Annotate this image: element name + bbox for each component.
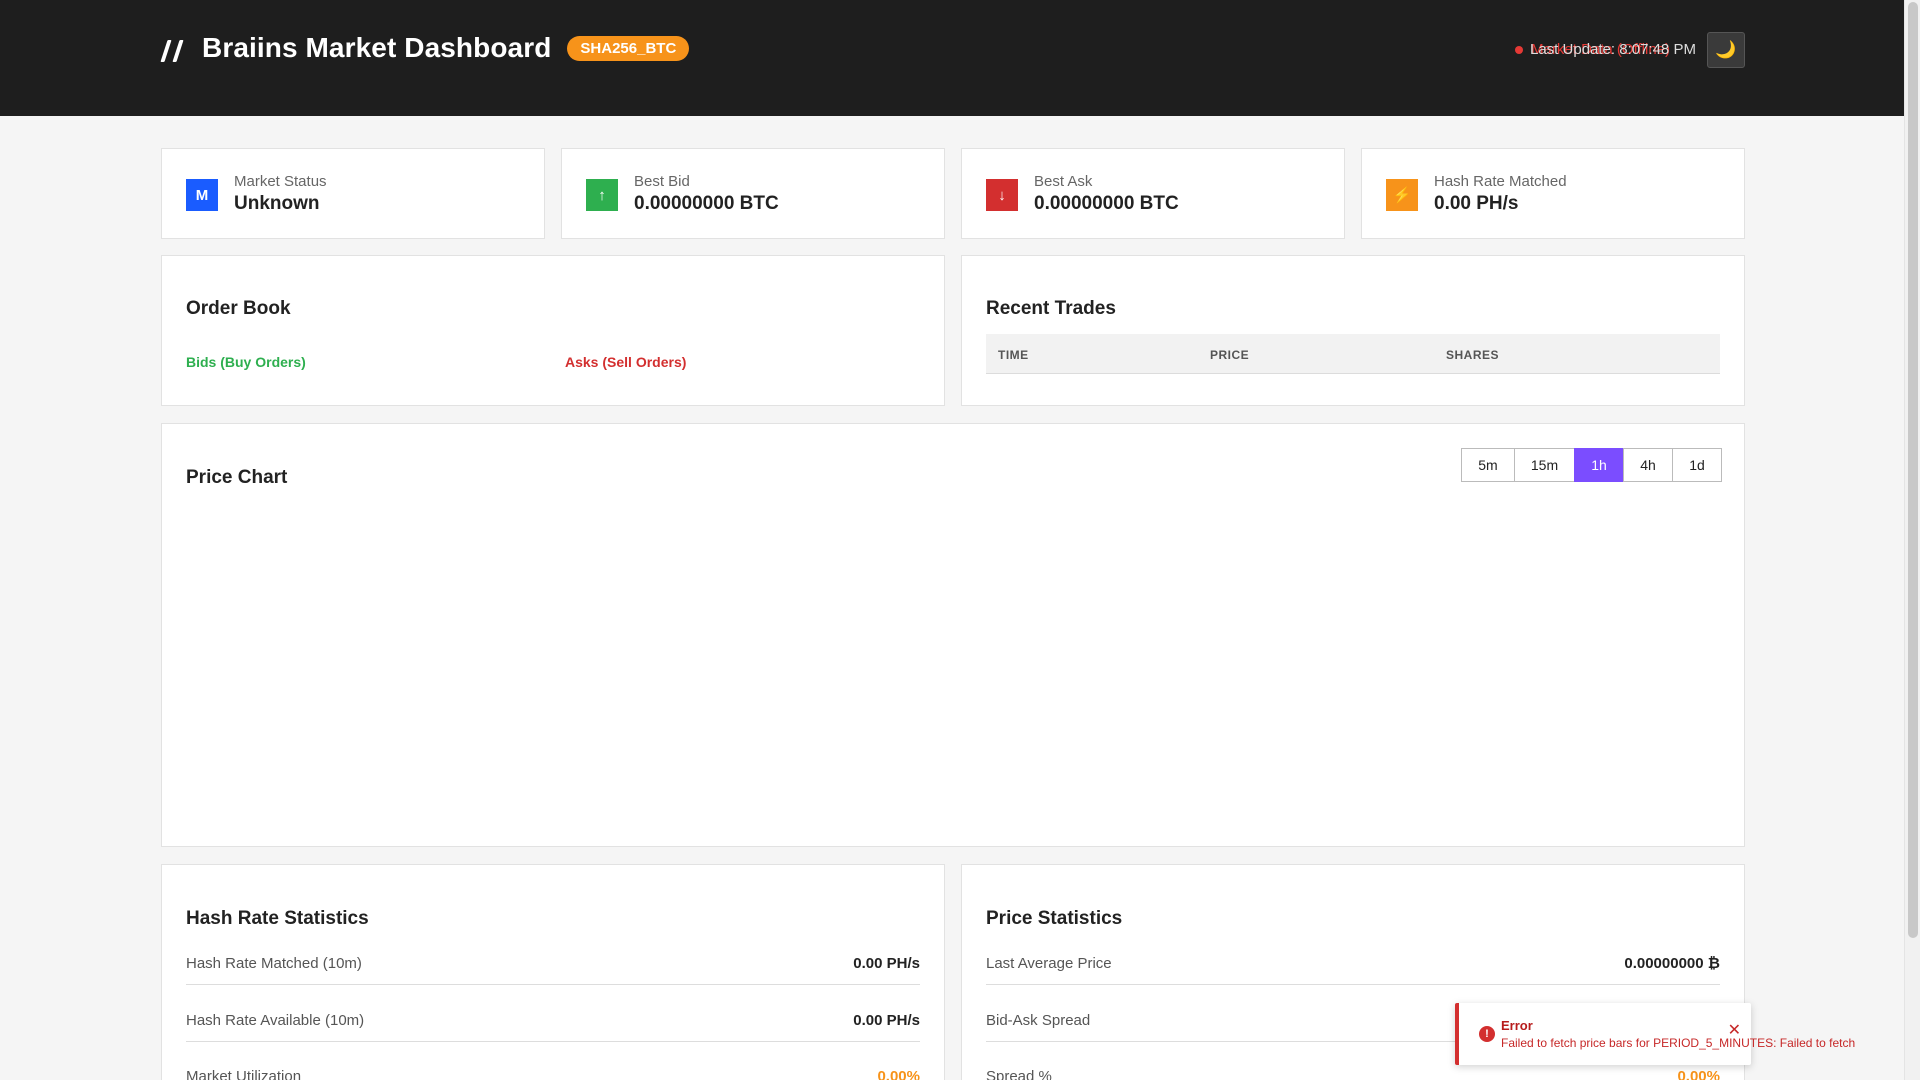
column-header-shares: SHARES bbox=[1446, 348, 1500, 362]
top-header: Braiins Market Dashboard SHA256_BTC Mark… bbox=[0, 0, 1904, 116]
lightning-icon: ⚡ bbox=[1386, 179, 1418, 211]
stat-value: Unknown bbox=[234, 193, 320, 214]
trades-table-header: TIME PRICE SHARES bbox=[986, 334, 1720, 374]
timeframe-4h-button[interactable]: 4h bbox=[1623, 448, 1673, 482]
page-scrollbar[interactable] bbox=[1904, 0, 1920, 1080]
stat-value: 0.00000000 BTC bbox=[634, 193, 779, 214]
row-label: Hash Rate Available (10m) bbox=[186, 1012, 365, 1029]
hash-rate-stats-title: Hash Rate Statistics bbox=[186, 908, 369, 929]
row-value: 0.00000000 ₿ bbox=[1624, 955, 1720, 972]
scrollbar-thumb[interactable] bbox=[1908, 2, 1918, 938]
bids-label: Bids (Buy Orders) bbox=[186, 354, 306, 370]
row-label: Hash Rate Matched (10m) bbox=[186, 955, 362, 972]
price-chart-panel: Price Chart 5m 15m 1h 4h 1d bbox=[161, 423, 1745, 847]
row-label: Spread % bbox=[986, 1068, 1052, 1080]
stat-card-market-status: M Market Status Unknown bbox=[161, 148, 545, 239]
braiins-logo-icon bbox=[160, 32, 188, 64]
status-dot-icon bbox=[1515, 45, 1524, 54]
timeframe-5m-button[interactable]: 5m bbox=[1461, 448, 1515, 482]
recent-trades-panel: Recent Trades TIME PRICE SHARES bbox=[961, 255, 1745, 406]
moon-icon: 🌙 bbox=[1715, 40, 1737, 59]
close-icon[interactable]: ✕ bbox=[1728, 1020, 1741, 1040]
row-value: 0.00 PH/s bbox=[853, 1012, 920, 1029]
row-label: Bid-Ask Spread bbox=[986, 1012, 1091, 1029]
stat-label: Market Status bbox=[234, 173, 327, 190]
timeframe-selector: 5m 15m 1h 4h 1d bbox=[1461, 448, 1722, 482]
toast-title: Error bbox=[1501, 1018, 1533, 1033]
arrow-up-icon: ↑ bbox=[586, 179, 618, 211]
stat-label: Best Ask bbox=[1034, 173, 1093, 190]
row-label: Last Average Price bbox=[986, 955, 1112, 972]
toast-message: Failed to fetch price bars for PERIOD_5_… bbox=[1501, 1036, 1856, 1050]
stat-card-best-bid: ↑ Best Bid 0.00000000 BTC bbox=[561, 148, 945, 239]
column-header-price: PRICE bbox=[1210, 348, 1250, 362]
order-book-title: Order Book bbox=[186, 298, 291, 319]
stat-value: 0.00 PH/s bbox=[1434, 193, 1519, 214]
stat-label: Hash Rate Matched bbox=[1434, 173, 1567, 190]
last-average-price-row: Last Average Price 0.00000000 ₿ bbox=[986, 945, 1720, 985]
stat-card-best-ask: ↓ Best Ask 0.00000000 BTC bbox=[961, 148, 1345, 239]
recent-trades-title: Recent Trades bbox=[986, 298, 1116, 319]
market-status-icon: M bbox=[186, 179, 218, 211]
app-title: Braiins Market Dashboard bbox=[202, 32, 552, 63]
stat-label: Best Bid bbox=[634, 173, 690, 190]
brand: Braiins Market Dashboard SHA256_BTC bbox=[160, 32, 690, 64]
pair-badge: SHA256_BTC bbox=[567, 35, 690, 61]
row-value: 0.00% bbox=[877, 1068, 920, 1080]
order-book-panel: Order Book Bids (Buy Orders) Asks (Sell … bbox=[161, 255, 945, 406]
chart-area bbox=[186, 504, 1720, 822]
error-toast: ! Error Failed to fetch price bars for P… bbox=[1455, 1003, 1855, 1065]
error-icon: ! bbox=[1479, 1026, 1495, 1042]
row-label: Market Utilization bbox=[186, 1068, 302, 1080]
price-chart-title: Price Chart bbox=[186, 467, 288, 488]
timeframe-1d-button[interactable]: 1d bbox=[1672, 448, 1722, 482]
hash-rate-stats-panel: Hash Rate Statistics Hash Rate Matched (… bbox=[161, 864, 945, 1080]
arrow-down-icon: ↓ bbox=[986, 179, 1018, 211]
theme-toggle-button[interactable]: 🌙 bbox=[1707, 32, 1745, 68]
row-value: 0.00% bbox=[1677, 1068, 1720, 1080]
hash-rate-available-row: Hash Rate Available (10m) 0.00 PH/s bbox=[186, 1002, 920, 1042]
column-header-time: TIME bbox=[998, 348, 1029, 362]
hash-rate-matched-row: Hash Rate Matched (10m) 0.00 PH/s bbox=[186, 945, 920, 985]
market-utilization-row: Market Utilization 0.00% bbox=[186, 1058, 920, 1080]
last-update: Last Update: 8:07:48 PM bbox=[1530, 41, 1696, 58]
asks-label: Asks (Sell Orders) bbox=[565, 354, 687, 370]
stat-card-hash-rate: ⚡ Hash Rate Matched 0.00 PH/s bbox=[1361, 148, 1745, 239]
timeframe-15m-button[interactable]: 15m bbox=[1514, 448, 1575, 482]
timeframe-1h-button[interactable]: 1h bbox=[1574, 448, 1624, 482]
row-value: 0.00 PH/s bbox=[853, 955, 920, 972]
stat-value: 0.00000000 BTC bbox=[1034, 193, 1179, 214]
price-stats-title: Price Statistics bbox=[986, 908, 1123, 929]
